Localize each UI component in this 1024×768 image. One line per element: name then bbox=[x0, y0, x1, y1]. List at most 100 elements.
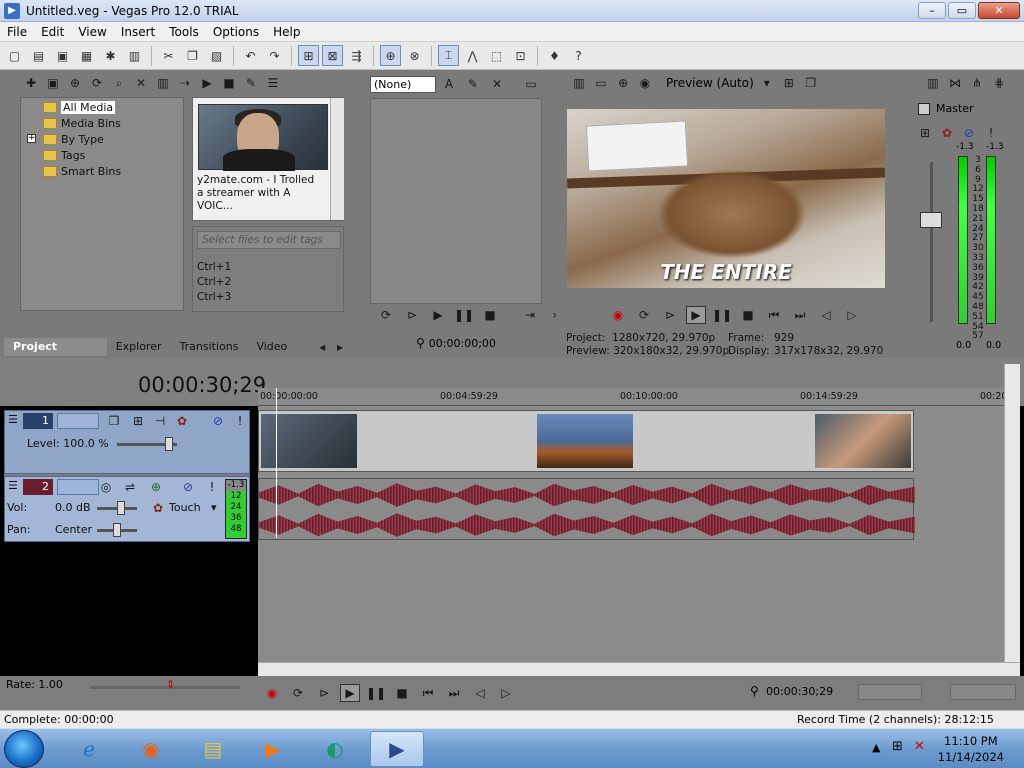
tab-scroll-right-icon[interactable]: ▸ bbox=[331, 338, 349, 356]
render-icon[interactable]: ✱ bbox=[100, 45, 121, 66]
clock[interactable]: 11:10 PM 11/14/2024 bbox=[938, 733, 1004, 765]
audio-fx-icon[interactable]: ⊕ bbox=[147, 478, 165, 496]
timeline-go-to-end-icon[interactable]: ⏭ bbox=[444, 684, 464, 702]
track-fx-icon[interactable]: ✿ bbox=[173, 412, 191, 430]
preview-quality-select[interactable]: Preview (Auto) bbox=[666, 76, 754, 90]
properties-icon[interactable]: ▥ bbox=[124, 45, 145, 66]
tree-item-media-bins[interactable]: Media Bins bbox=[43, 116, 121, 130]
audio-track-header[interactable]: ☰ 2 ◎ ⇌ ⊕ ⊘ ! Vol: 0.0 dB ✿ Touch ▾ Pan:… bbox=[4, 476, 250, 542]
tab-scroll-left-icon[interactable]: ◂ bbox=[313, 338, 331, 356]
media-player-icon[interactable]: ▶ bbox=[246, 731, 300, 767]
mixer-properties-icon[interactable]: ▥ bbox=[924, 74, 942, 92]
lock-envelopes-icon[interactable]: ⊕ bbox=[380, 45, 401, 66]
tab-explorer[interactable]: Explorer bbox=[107, 338, 171, 356]
loop-playback-icon[interactable]: ⟳ bbox=[634, 306, 654, 324]
master-fader[interactable] bbox=[920, 212, 942, 228]
next-frame-icon[interactable]: ▷ bbox=[842, 306, 862, 324]
trimmer-fx-icon[interactable]: ✎ bbox=[464, 75, 482, 93]
rate-slider-icon[interactable]: ⇕ bbox=[166, 678, 175, 691]
master-fx-chain-icon[interactable]: ⊞ bbox=[916, 124, 934, 142]
minimize-button[interactable]: – bbox=[918, 2, 946, 19]
maximize-button[interactable]: ▭ bbox=[948, 2, 976, 19]
automation-dropdown-icon[interactable]: ▾ bbox=[211, 501, 217, 514]
media-scrollbar[interactable] bbox=[330, 98, 344, 220]
play-icon[interactable]: ▶ bbox=[686, 306, 706, 324]
timeline-vertical-scrollbar[interactable] bbox=[1004, 364, 1020, 662]
tab-project-media[interactable]: Project Media bbox=[4, 338, 107, 371]
downmix-icon[interactable]: ⋔ bbox=[968, 74, 986, 92]
media-thumbnail[interactable] bbox=[198, 104, 328, 171]
timeline-play-icon[interactable]: ▶ bbox=[340, 684, 360, 702]
audio-solo-icon[interactable]: ! bbox=[203, 478, 221, 496]
menu-insert[interactable]: Insert bbox=[114, 25, 162, 39]
whats-this-help-icon[interactable]: ? bbox=[568, 45, 589, 66]
capture-video-icon[interactable]: ▣ bbox=[44, 74, 62, 92]
timeline-ruler[interactable]: 00:00:00:00 00:04:59:29 00:10:00:00 00:1… bbox=[258, 388, 1007, 406]
video-event[interactable] bbox=[258, 410, 914, 472]
audio-event[interactable] bbox=[258, 478, 915, 540]
arm-for-record-icon[interactable]: ◎ bbox=[97, 478, 115, 496]
trimmer-clear-icon[interactable]: ✕ bbox=[488, 75, 506, 93]
previous-frame-icon[interactable]: ◁ bbox=[816, 306, 836, 324]
app-icon[interactable]: ◐ bbox=[308, 731, 362, 767]
show-hidden-icons[interactable]: ▲ bbox=[872, 741, 880, 754]
timeline-area[interactable] bbox=[258, 406, 1004, 662]
split-screen-icon[interactable]: ◉ bbox=[636, 74, 654, 92]
selection-tool-icon[interactable]: ⬚ bbox=[486, 45, 507, 66]
menu-help[interactable]: Help bbox=[266, 25, 307, 39]
timeline-play-from-start-icon[interactable]: ⊳ bbox=[314, 684, 334, 702]
invert-phase-icon[interactable]: ⇌ bbox=[121, 478, 139, 496]
open-icon[interactable]: ▤ bbox=[28, 45, 49, 66]
master-mute-icon[interactable]: ⊘ bbox=[960, 124, 978, 142]
trimmer-preset-select[interactable]: (None) bbox=[370, 76, 436, 93]
copy-icon[interactable]: ❐ bbox=[182, 45, 203, 66]
menu-options[interactable]: Options bbox=[206, 25, 266, 39]
play-media-icon[interactable]: ▶ bbox=[198, 74, 216, 92]
normal-edit-tool-icon[interactable]: ⌶ bbox=[438, 45, 459, 66]
video-track-header[interactable]: ☰ 1 ❐ ⊞ ⊣ ✿ ⊘ ! Level: 100.0 % bbox=[4, 410, 250, 474]
track-expand-icon[interactable]: ☰ bbox=[8, 479, 18, 492]
zoom-tool-icon[interactable]: ⊡ bbox=[510, 45, 531, 66]
undo-icon[interactable]: ↶ bbox=[240, 45, 261, 66]
trimmer-display-icon[interactable]: ▭ bbox=[522, 75, 540, 93]
track-expand-icon[interactable]: ☰ bbox=[8, 413, 18, 426]
timeline-pause-icon[interactable]: ❚❚ bbox=[366, 684, 386, 702]
preview-properties-icon[interactable]: ▥ bbox=[570, 74, 588, 92]
auto-crossfade-icon[interactable]: ⊠ bbox=[322, 45, 343, 66]
online-help-icon[interactable]: ♦ bbox=[544, 45, 565, 66]
enable-snapping-icon[interactable]: ⊞ bbox=[298, 45, 319, 66]
media-properties-icon[interactable]: ▥ bbox=[154, 74, 172, 92]
tree-item-smart-bins[interactable]: Smart Bins bbox=[43, 164, 121, 178]
paste-icon[interactable]: ▧ bbox=[206, 45, 227, 66]
timeline-loop-icon[interactable]: ⟳ bbox=[288, 684, 308, 702]
import-media-icon[interactable]: ✚ bbox=[22, 74, 40, 92]
timeline-record-icon[interactable]: ◉ bbox=[262, 684, 282, 702]
pause-icon[interactable]: ❚❚ bbox=[712, 306, 732, 324]
dim-output-icon[interactable]: ⋕ bbox=[990, 74, 1008, 92]
compositing-mode-icon[interactable]: ❐ bbox=[105, 412, 123, 430]
refresh-icon[interactable]: ⟳ bbox=[88, 74, 106, 92]
media-fx-icon[interactable]: ⇢ bbox=[176, 74, 194, 92]
track-motion-icon[interactable]: ⊣ bbox=[151, 412, 169, 430]
timeline-previous-frame-icon[interactable]: ◁ bbox=[470, 684, 490, 702]
new-icon[interactable]: ▢ bbox=[4, 45, 25, 66]
expand-icon[interactable]: + bbox=[27, 134, 36, 143]
close-button[interactable]: ✕ bbox=[978, 2, 1020, 19]
ignore-grouping-icon[interactable]: ⊗ bbox=[404, 45, 425, 66]
go-to-start-icon[interactable]: ⏮ bbox=[764, 306, 784, 324]
external-monitor-icon[interactable]: ▭ bbox=[592, 74, 610, 92]
redo-icon[interactable]: ↷ bbox=[264, 45, 285, 66]
file-explorer-icon[interactable]: ▤ bbox=[186, 731, 240, 767]
timeline-next-frame-icon[interactable]: ▷ bbox=[496, 684, 516, 702]
vol-slider[interactable] bbox=[117, 501, 125, 515]
pan-slider[interactable] bbox=[113, 523, 121, 537]
text-icon[interactable]: A bbox=[440, 75, 458, 93]
internet-explorer-icon[interactable]: ℯ bbox=[62, 731, 116, 767]
timeline-go-to-start-icon[interactable]: ⏮ bbox=[418, 684, 438, 702]
menu-file[interactable]: File bbox=[0, 25, 34, 39]
selection-length-field[interactable] bbox=[858, 684, 922, 700]
trimmer-play-icon[interactable]: ▶ bbox=[428, 306, 448, 324]
timeline-horizontal-scrollbar[interactable] bbox=[258, 662, 1020, 676]
save-as-icon[interactable]: ▦ bbox=[76, 45, 97, 66]
tag-input[interactable]: Select files to edit tags bbox=[197, 231, 341, 249]
